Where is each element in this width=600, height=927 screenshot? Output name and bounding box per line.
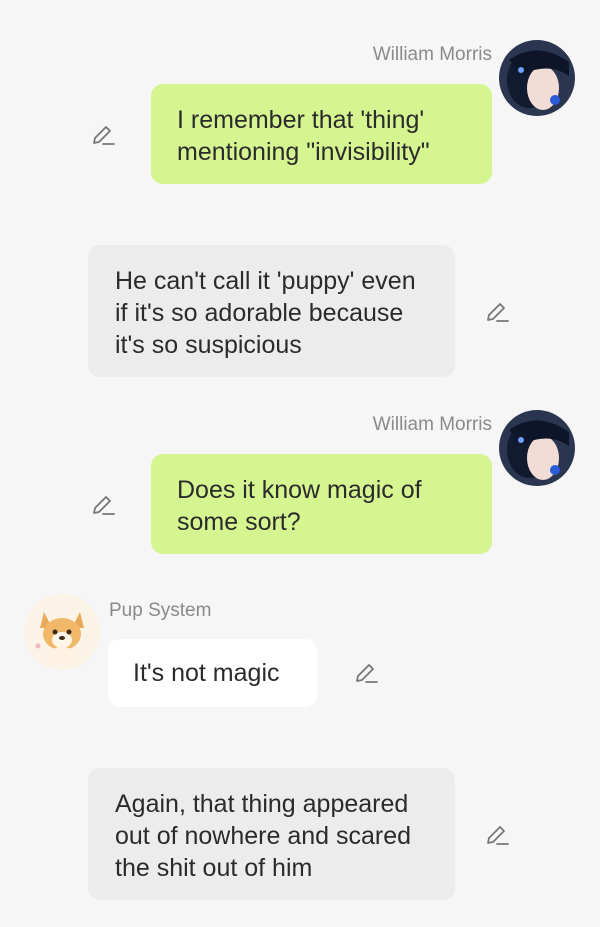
message-bubble: Does it know magic of some sort? <box>151 454 492 554</box>
pencil-edit-icon[interactable] <box>90 492 116 518</box>
sender-name: William Morris <box>372 44 492 65</box>
message-bubble: It's not magic <box>108 639 317 707</box>
pencil-edit-icon[interactable] <box>90 122 116 148</box>
pencil-edit-icon[interactable] <box>484 822 510 848</box>
user-avatar[interactable] <box>499 40 575 116</box>
narration-bubble: He can't call it 'puppy' even if it's so… <box>88 245 455 377</box>
sender-name: William Morris <box>372 414 492 435</box>
narration-bubble: Again, that thing appeared out of nowher… <box>88 768 455 900</box>
sender-name: Pup System <box>109 600 212 621</box>
bot-avatar[interactable] <box>24 594 100 670</box>
pencil-edit-icon[interactable] <box>353 660 379 686</box>
user-avatar[interactable] <box>499 410 575 486</box>
message-bubble: I remember that 'thing' mentioning "invi… <box>151 84 492 184</box>
pencil-edit-icon[interactable] <box>484 299 510 325</box>
